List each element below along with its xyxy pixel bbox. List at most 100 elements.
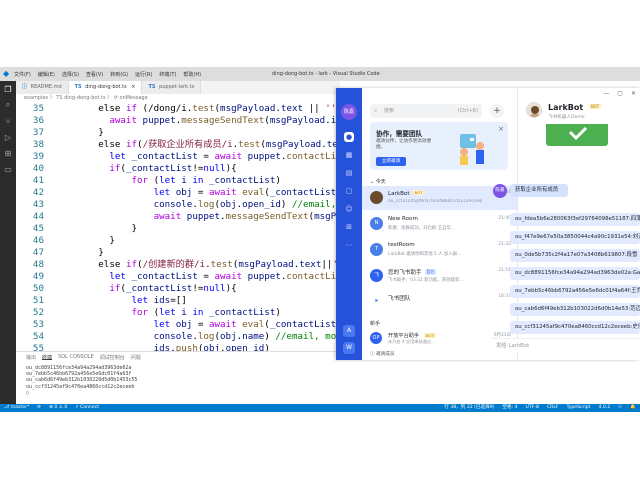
bot-message[interactable]: ou_fdea5b6e280063f3ef29764098e51187:四蒲 — [510, 213, 640, 226]
bot-message[interactable]: ou_f47e9e67e50a3850044c4a90c1931e54:刘波 — [510, 231, 640, 244]
code-line[interactable]: 36 await puppet.messageSendText(msgPaylo… — [16, 115, 340, 127]
search-icon[interactable]: ⌕ — [0, 97, 16, 113]
code-line[interactable]: 50 if(_contactList!=null){ — [16, 283, 340, 295]
minimize-icon[interactable]: — — [603, 90, 609, 97]
my-message[interactable]: 获取企业所有成员 — [510, 184, 568, 197]
code-token: await — [109, 115, 143, 126]
code-token: console — [153, 331, 193, 342]
user-avatar[interactable]: 陈嘉 — [341, 104, 357, 120]
bot-message[interactable]: ou_dc8891156fce34a94a294ad3963de02a:Gabr — [510, 267, 640, 280]
maximize-icon[interactable]: ▢ — [617, 90, 623, 97]
chat-item[interactable]: 飞您的飞书助手 官方 飞书助手：V3.32 新功能，来领取新... 21:18 — [362, 264, 517, 288]
feedback-icon[interactable]: ⚇ — [618, 404, 622, 412]
chat-item[interactable]: ➤ 飞书团队 16:37 — [362, 290, 517, 314]
tab-ding-dong-bot[interactable]: TS ding-dong-bot.ts × — [68, 81, 143, 94]
drive-icon[interactable]: ▢ — [344, 186, 354, 196]
chat-item[interactable]: N New Room 陈嘉：加群成功，开启群 王自华... 21:40 — [362, 212, 517, 236]
status-branch[interactable]: ⎇ master* — [4, 404, 29, 412]
status-problems[interactable]: ⊗ 0 ⚠ 0 — [49, 404, 67, 412]
panel-tab-terminal[interactable]: 终端 — [42, 354, 53, 361]
message-input[interactable]: 发给 LarkBot — [492, 338, 640, 352]
line-number: 44 — [32, 211, 44, 222]
workplace-icon[interactable]: ⊞ — [344, 222, 354, 232]
breadcrumb[interactable]: examples 〉 TS ding-dong-bot.ts 〉 ⟳ onMes… — [16, 94, 340, 103]
bell-icon[interactable]: 🔔 — [630, 404, 636, 412]
menu-selection[interactable]: 选择(S) — [62, 71, 79, 78]
run-debug-icon[interactable]: ▷ — [0, 129, 16, 145]
menu-terminal[interactable]: 终端(T) — [159, 71, 176, 78]
chat-bubble-icon[interactable]: ● — [344, 132, 354, 142]
panel-tab-sql-console[interactable]: SQL CONSOLE — [58, 354, 94, 360]
status-encoding[interactable]: UTF-8 — [526, 404, 539, 412]
code-line[interactable]: 53 let obj = await eval(_contactList[i]) — [16, 319, 340, 331]
extensions-icon[interactable]: ⊞ — [0, 145, 16, 161]
code-line[interactable]: 54 console.log(obj.name) //email, mobile… — [16, 331, 340, 343]
team-illustration-icon — [460, 134, 484, 165]
code-line[interactable]: 52 for (let i in _contactList) — [16, 307, 340, 319]
code-line[interactable]: 48 else if(/创建新的群/i.test(msgPayload.text… — [16, 259, 340, 271]
bot-message[interactable]: ou_ccf31245af9c470ea8460ccd12c2eceeb:史乐乐 — [510, 321, 640, 334]
search-placeholder: 搜索 — [384, 108, 395, 114]
terminal-output[interactable]: ou_dc8891156fce34a94a294ad3963de02a ou_7… — [16, 362, 340, 399]
close-icon[interactable]: ✕ — [631, 90, 636, 97]
code-line[interactable]: 37 } — [16, 127, 340, 139]
code-line[interactable]: 39 let _contactList = await puppet.conta… — [16, 151, 340, 163]
menu-file[interactable]: 文件(F) — [14, 71, 31, 78]
line-number: 50 — [32, 283, 44, 294]
doc-icon[interactable]: ▤ — [344, 168, 354, 178]
menu-go[interactable]: 转到(G) — [110, 71, 128, 78]
menu-edit[interactable]: 编辑(E) — [38, 71, 55, 78]
status-indent[interactable]: 空格: 4 — [502, 404, 517, 412]
bot-avatar[interactable] — [526, 102, 542, 118]
remote-icon[interactable]: ▭ — [0, 161, 16, 177]
code-line[interactable]: 43 console.log(obj.open_id) //email, mob… — [16, 199, 340, 211]
app-icon[interactable]: A — [343, 325, 355, 337]
tab-puppet-lark[interactable]: TS puppet-lark.ts — [142, 81, 202, 94]
status-connect[interactable]: ⚡ Connect — [75, 404, 99, 412]
panel-tab-debug-console[interactable]: 调试控制台 — [100, 354, 125, 361]
code-line[interactable]: 40 if(_contactList!=null){ — [16, 163, 340, 175]
bot-message[interactable]: ou_cab6d6f49eb312b103022d6d0b14e53:范迈 — [510, 303, 640, 316]
code-line[interactable]: 51 let ids=[] — [16, 295, 340, 307]
menu-view[interactable]: 查看(V) — [86, 71, 103, 78]
vscode-menu-bar: 文件(F) 编辑(E) 选择(S) 查看(V) 转到(G) 运行(R) 终端(T… — [14, 71, 201, 78]
create-button[interactable]: + — [490, 104, 504, 118]
calendar-icon[interactable]: ▦ — [344, 150, 354, 160]
more-icon[interactable]: ⋯ — [344, 240, 354, 250]
section-today[interactable]: ⌄ 今天 — [370, 178, 386, 185]
panel-tab-problems[interactable]: 问题 — [131, 354, 141, 361]
tab-readme[interactable]: ⓘ README.md — [16, 81, 69, 94]
panel-tab-output[interactable]: 输出 — [26, 354, 36, 361]
close-icon[interactable]: × — [498, 125, 504, 133]
code-line[interactable]: 45 } — [16, 223, 340, 235]
sync-icon[interactable]: ⟳ — [37, 404, 41, 412]
my-avatar[interactable]: 陈嘉 — [493, 184, 507, 198]
code-line[interactable]: 47 } — [16, 247, 340, 259]
app-icon[interactable]: W — [343, 342, 355, 354]
menu-run[interactable]: 运行(R) — [135, 71, 152, 78]
code-line[interactable]: 44 await puppet.messageSendText(msgPaylo… — [16, 211, 340, 223]
code-line[interactable]: 38 else if(/获取企业所有成员/i.test(msgPayload.t… — [16, 139, 340, 151]
code-line[interactable]: 46 } — [16, 235, 340, 247]
status-ts-version[interactable]: 4.0.2 — [598, 404, 610, 412]
status-cursor-position[interactable]: 行 38，列 22 (已选择9) — [444, 404, 494, 412]
status-language[interactable]: TypeScript — [567, 404, 591, 412]
code-line[interactable]: 49 let _contactList = await puppet.conta… — [16, 271, 340, 283]
bot-message[interactable]: ou_7ebb5c46bb6792a456e5e6dc01f4a64f:王乔 — [510, 285, 640, 298]
menu-help[interactable]: 帮助(H) — [183, 71, 201, 78]
source-control-icon[interactable]: ⑂ — [0, 113, 16, 129]
section-newbie[interactable]: 新手 — [370, 320, 380, 327]
invite-button[interactable]: 立即邀请 — [376, 157, 406, 166]
code-line[interactable]: 41 for (let i in _contactList) — [16, 175, 340, 187]
bot-avatar-image — [527, 103, 541, 117]
contacts-icon[interactable]: ☺ — [344, 204, 354, 214]
status-eol[interactable]: CRLF — [547, 404, 559, 412]
message-image[interactable] — [546, 124, 630, 148]
search-input[interactable]: ⌕ 搜索 (Ctrl+K) — [370, 104, 482, 118]
close-icon[interactable]: × — [131, 84, 135, 90]
explorer-icon[interactable]: ❐ — [0, 81, 16, 97]
bot-message[interactable]: ou_0de5b735c2f4a17e07a3408b619807:段雪 — [510, 249, 640, 262]
code-line[interactable]: 42 let obj = await eval(_contactList[i]) — [16, 187, 340, 199]
chat-item[interactable]: TtestRoom LarkBot 邀请你和其他 5 人 加入群... 21:32 — [362, 238, 517, 262]
code-line[interactable]: 35 else if (/dong/i.test(msgPayload.text… — [16, 103, 340, 115]
